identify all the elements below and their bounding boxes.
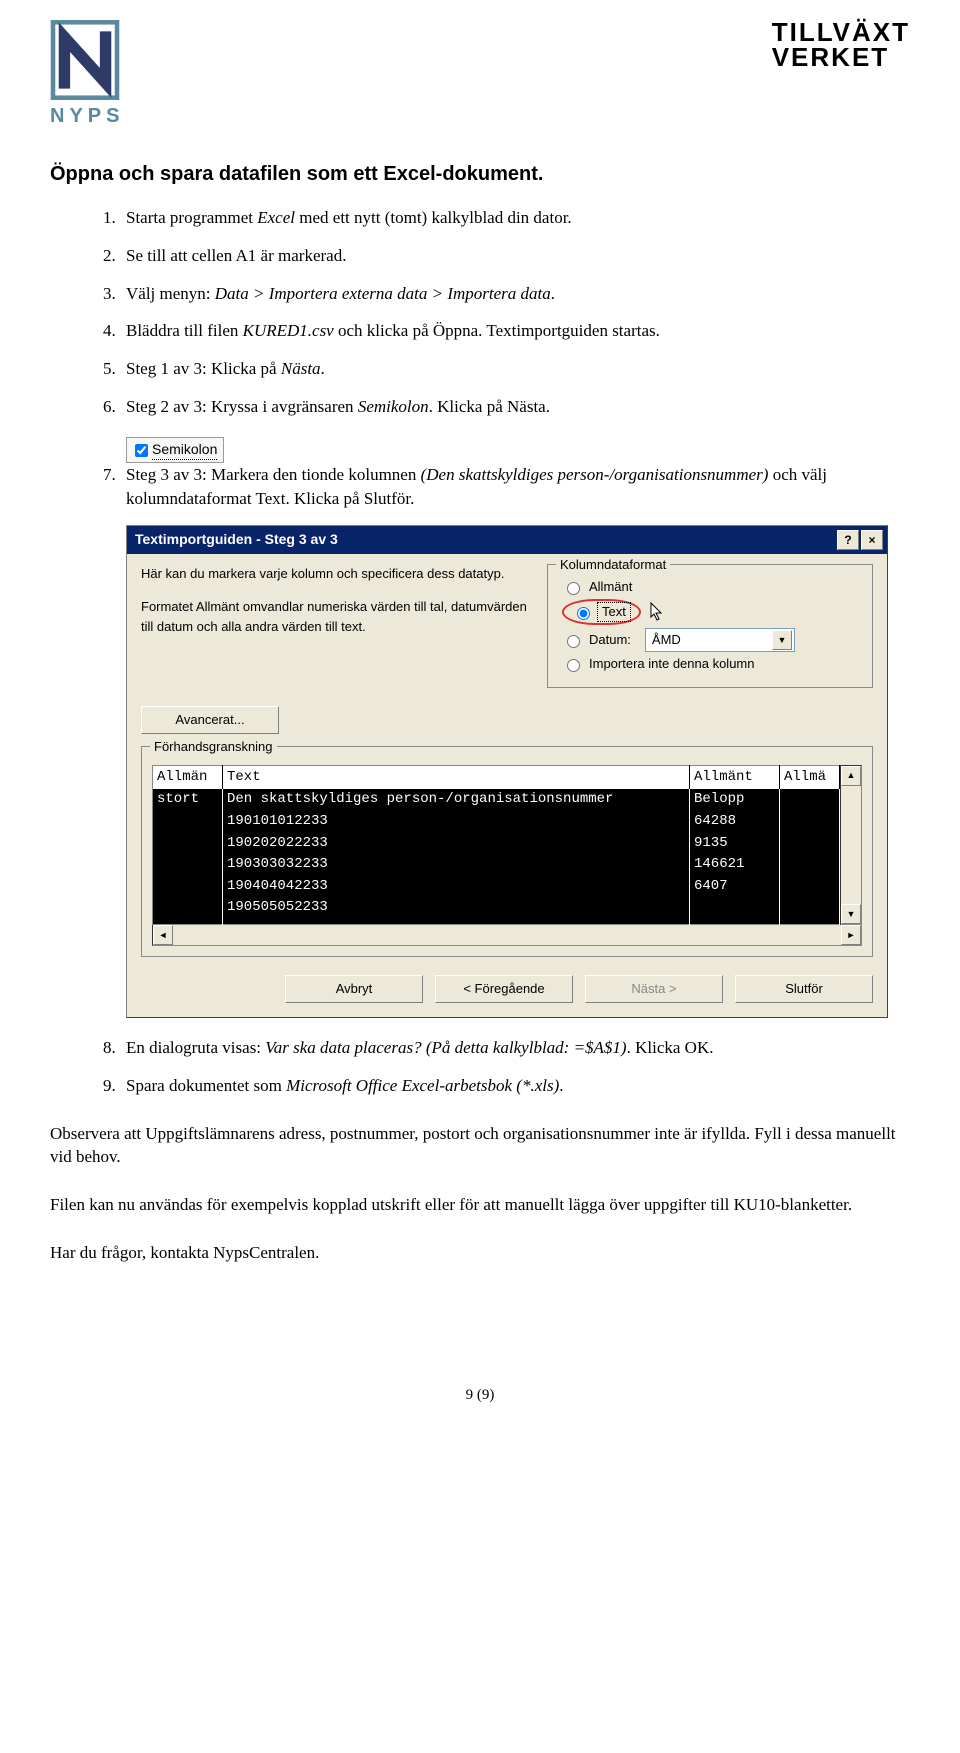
- nyps-logo-icon: [50, 20, 120, 100]
- logo-right: TILLVÄXT VERKET: [772, 20, 910, 69]
- step-6: Steg 2 av 3: Kryssa i avgränsaren Semiko…: [120, 395, 910, 419]
- column-data-format-group: Kolumndataformat Allmänt Text D: [547, 564, 873, 688]
- datum-format-dropdown[interactable]: ÅMD ▼: [645, 628, 795, 652]
- step-5: Steg 1 av 3: Klicka på Nästa.: [120, 357, 910, 381]
- observe-paragraph: Observera att Uppgiftslämnarens adress, …: [50, 1122, 910, 1170]
- scroll-down-icon[interactable]: ▼: [841, 904, 861, 924]
- table-row: 190505052233: [153, 897, 840, 924]
- step-9: Spara dokumentet som Microsoft Office Ex…: [120, 1074, 910, 1098]
- step-3: Välj menyn: Data > Importera externa dat…: [120, 282, 910, 306]
- text-import-wizard-dialog: Textimportguiden - Steg 3 av 3 ? × Här k…: [126, 525, 888, 1018]
- chevron-down-icon: ▼: [772, 630, 792, 650]
- logo-right-line1: TILLVÄXT: [772, 20, 910, 45]
- radio-skip-row[interactable]: Importera inte denna kolumn: [562, 655, 862, 673]
- semikolon-checkbox-image: Semikolon: [126, 437, 224, 464]
- steps-list: Starta programmet Excel med ett nytt (to…: [50, 206, 910, 419]
- group-legend: Kolumndataformat: [556, 556, 670, 574]
- section-title: Öppna och spara datafilen som ett Excel-…: [50, 160, 910, 188]
- back-button[interactable]: < Föregående: [435, 975, 573, 1003]
- titlebar-buttons: ? ×: [837, 530, 883, 550]
- logo-left-text: NYPS: [50, 102, 124, 130]
- radio-text-row[interactable]: Text: [562, 599, 862, 625]
- page-header: NYPS TILLVÄXT VERKET: [50, 20, 910, 130]
- red-highlight-ellipse: Text: [562, 599, 641, 625]
- logo-left: NYPS: [50, 20, 124, 130]
- table-row: 190303032233146621: [153, 854, 840, 876]
- radio-text[interactable]: [577, 607, 590, 620]
- advanced-button[interactable]: Avancerat...: [141, 706, 279, 734]
- finish-button[interactable]: Slutför: [735, 975, 873, 1003]
- step-2: Se till att cellen A1 är markerad.: [120, 244, 910, 268]
- table-row: 1902020222339135: [153, 833, 840, 855]
- close-button[interactable]: ×: [861, 530, 883, 550]
- cancel-button[interactable]: Avbryt: [285, 975, 423, 1003]
- table-row: 1904040422336407: [153, 876, 840, 898]
- mouse-cursor-icon: [649, 602, 665, 622]
- dialog-body: Här kan du markera varje kolumn och spec…: [127, 554, 887, 1017]
- radio-allmant[interactable]: [567, 582, 580, 595]
- steps-list-cont2: En dialogruta visas: Var ska data placer…: [50, 1036, 910, 1098]
- step-4: Bläddra till filen KURED1.csv och klicka…: [120, 319, 910, 343]
- scroll-left-icon[interactable]: ◄: [153, 925, 173, 945]
- semikolon-checkbox[interactable]: [135, 444, 148, 457]
- steps-list-cont: Steg 3 av 3: Markera den tionde kolumnen…: [50, 463, 910, 511]
- page-number: 9 (9): [50, 1385, 910, 1406]
- radio-allmant-row[interactable]: Allmänt: [562, 578, 862, 596]
- contact-paragraph: Har du frågor, kontakta NypsCentralen.: [50, 1241, 910, 1265]
- preview-legend: Förhandsgranskning: [150, 738, 277, 756]
- radio-skip[interactable]: [567, 659, 580, 672]
- step-7: Steg 3 av 3: Markera den tionde kolumnen…: [120, 463, 910, 511]
- preview-header-row: Allmän Text Allmänt Allmä: [153, 765, 840, 789]
- radio-datum-row[interactable]: Datum: ÅMD ▼: [562, 628, 862, 652]
- preview-title-row: stort Den skattskyldiges person-/organis…: [153, 789, 840, 811]
- logo-right-line2: VERKET: [772, 45, 910, 70]
- dialog-title: Textimportguiden - Steg 3 av 3: [135, 530, 338, 550]
- semikolon-label: Semikolon: [152, 440, 217, 461]
- preview-fieldset: Förhandsgranskning Allmän Text Allmänt A…: [141, 746, 873, 957]
- horizontal-scrollbar[interactable]: ◄ ►: [152, 924, 862, 946]
- vertical-scrollbar[interactable]: ▲ ▼: [840, 765, 862, 925]
- step-1: Starta programmet Excel med ett nytt (to…: [120, 206, 910, 230]
- scroll-up-icon[interactable]: ▲: [841, 766, 861, 786]
- scroll-right-icon[interactable]: ►: [841, 925, 861, 945]
- table-row: 19010101223364288: [153, 811, 840, 833]
- help-button[interactable]: ?: [837, 530, 859, 550]
- next-button: Nästa >: [585, 975, 723, 1003]
- dialog-description: Här kan du markera varje kolumn och spec…: [141, 564, 527, 637]
- file-paragraph: Filen kan nu användas för exempelvis kop…: [50, 1193, 910, 1217]
- radio-datum[interactable]: [567, 635, 580, 648]
- dialog-button-row: Avbryt < Föregående Nästa > Slutför: [141, 975, 873, 1003]
- step-8: En dialogruta visas: Var ska data placer…: [120, 1036, 910, 1060]
- preview-table[interactable]: Allmän Text Allmänt Allmä stort Den skat…: [152, 765, 840, 925]
- dialog-titlebar: Textimportguiden - Steg 3 av 3 ? ×: [127, 526, 887, 554]
